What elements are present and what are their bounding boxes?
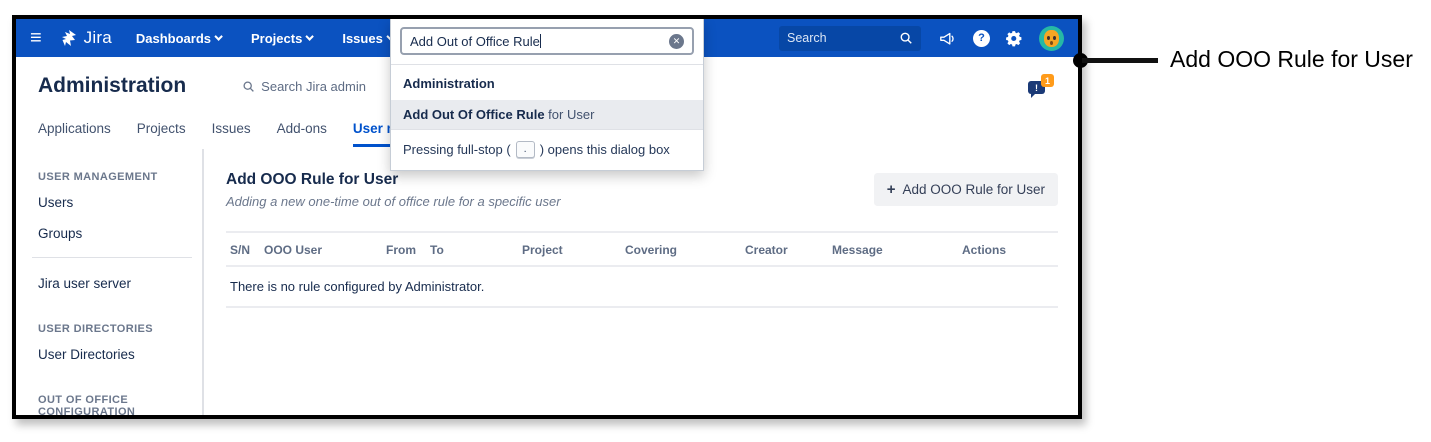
announcements-icon[interactable] — [939, 31, 957, 46]
sidebar-group-user-management: USER MANAGEMENT — [38, 171, 192, 183]
settings-gear-icon[interactable] — [1006, 30, 1023, 47]
global-search-input[interactable] — [787, 31, 899, 45]
ooo-rules-table: S/N OOO User From To Project Covering Cr… — [226, 231, 1058, 308]
callout-label: Add OOO Rule for User — [1170, 46, 1413, 73]
nav-item-label: Dashboards — [136, 31, 211, 46]
user-avatar[interactable] — [1039, 26, 1064, 51]
sidebar-item-user-directories[interactable]: User Directories — [38, 347, 192, 362]
tab-projects[interactable]: Projects — [137, 121, 186, 144]
dialog-result-rest: for User — [545, 107, 595, 122]
text-caret — [540, 34, 541, 48]
table-empty-message: There is no rule configured by Administr… — [226, 265, 1058, 308]
dialog-input-value: Add Out of Office Rule — [410, 34, 669, 49]
sidebar-item-groups[interactable]: Groups — [38, 226, 192, 241]
nav-item-dashboards[interactable]: Dashboards — [136, 31, 223, 46]
nav-item-label: Projects — [251, 31, 302, 46]
search-icon — [899, 31, 913, 45]
content-header: Add OOO Rule for User Adding a new one-t… — [226, 171, 1058, 209]
admin-search-placeholder: Search Jira admin — [261, 79, 366, 94]
notification-count-badge: 1 — [1041, 74, 1054, 87]
hint-text-after: ) opens this dialog box — [540, 142, 670, 157]
sidebar-group-user-directories: USER DIRECTORIES — [38, 323, 192, 335]
chevron-down-icon — [306, 32, 314, 40]
table-header-row: S/N OOO User From To Project Covering Cr… — [226, 231, 1058, 265]
add-ooo-rule-button-label: Add OOO Rule for User — [902, 182, 1045, 197]
tab-issues[interactable]: Issues — [212, 121, 251, 144]
content-title: Add OOO Rule for User — [226, 171, 561, 189]
nav-item-projects[interactable]: Projects — [251, 31, 314, 46]
chevron-down-icon — [214, 32, 222, 40]
help-question-glyph: ? — [973, 30, 990, 47]
nav-item-label: Issues — [342, 31, 382, 46]
notifications-icon[interactable]: ! 1 — [1026, 73, 1056, 99]
jira-logo[interactable]: Jira — [60, 28, 112, 48]
plus-icon: + — [887, 181, 896, 198]
dialog-result-match: Add Out Of Office Rule — [403, 107, 545, 122]
search-icon — [242, 80, 255, 93]
dialog-result-add-ooo-rule[interactable]: Add Out Of Office Rule for User — [391, 100, 703, 129]
dialog-footer-hint: Pressing full-stop ( . ) opens this dial… — [391, 130, 703, 170]
sidebar-group-ooo-configuration: OUT OF OFFICE CONFIGURATION — [38, 394, 192, 415]
column-header-ooo-user: OOO User — [264, 243, 386, 257]
quick-search-dialog: Add Out of Office Rule ✕ Administration … — [390, 19, 704, 171]
column-header-message: Message — [832, 243, 962, 257]
content-subtitle: Adding a new one-time out of office rule… — [226, 194, 561, 209]
column-header-to: To — [430, 243, 522, 257]
avatar-emoji-face — [1044, 30, 1059, 47]
column-header-project: Project — [522, 243, 625, 257]
jira-logo-icon — [60, 29, 78, 47]
dialog-search-input[interactable]: Add Out of Office Rule ✕ — [400, 27, 694, 55]
add-ooo-rule-button[interactable]: + Add OOO Rule for User — [874, 173, 1058, 206]
column-header-covering: Covering — [625, 243, 745, 257]
jira-screenshot-frame: ≡ Jira Dashboards Projects Issues — [12, 15, 1082, 419]
page-title: Administration — [38, 74, 186, 98]
sidebar-divider — [32, 257, 192, 258]
global-search-box[interactable] — [779, 26, 921, 51]
column-header-sn: S/N — [230, 243, 264, 257]
clear-input-icon[interactable]: ✕ — [669, 34, 684, 49]
admin-search-field[interactable]: Search Jira admin — [242, 79, 366, 94]
page-body: USER MANAGEMENT Users Groups Jira user s… — [16, 149, 1078, 415]
sidebar-item-users[interactable]: Users — [38, 195, 192, 210]
help-icon[interactable]: ? — [973, 30, 990, 47]
dialog-section-heading: Administration — [391, 65, 703, 100]
column-header-creator: Creator — [745, 243, 832, 257]
column-header-actions: Actions — [962, 243, 1058, 257]
tab-add-ons[interactable]: Add-ons — [277, 121, 327, 144]
jira-app-window: ≡ Jira Dashboards Projects Issues — [16, 19, 1078, 415]
hamburger-menu-icon[interactable]: ≡ — [30, 28, 42, 48]
dialog-input-wrapper: Add Out of Office Rule ✕ — [391, 19, 703, 64]
hint-text-before: Pressing full-stop ( — [403, 142, 511, 157]
fullstop-keycap: . — [516, 141, 535, 158]
sidebar: USER MANAGEMENT Users Groups Jira user s… — [16, 149, 204, 415]
column-header-from: From — [386, 243, 430, 257]
page: ≡ Jira Dashboards Projects Issues — [0, 0, 1431, 442]
sidebar-item-jira-user-server[interactable]: Jira user server — [38, 276, 192, 291]
main-content: Add OOO Rule for User Adding a new one-t… — [204, 149, 1078, 415]
brand-name: Jira — [84, 28, 112, 48]
tab-applications[interactable]: Applications — [38, 121, 111, 144]
content-header-text: Add OOO Rule for User Adding a new one-t… — [226, 171, 561, 209]
callout-line — [1082, 58, 1158, 63]
nav-item-issues[interactable]: Issues — [342, 31, 394, 46]
